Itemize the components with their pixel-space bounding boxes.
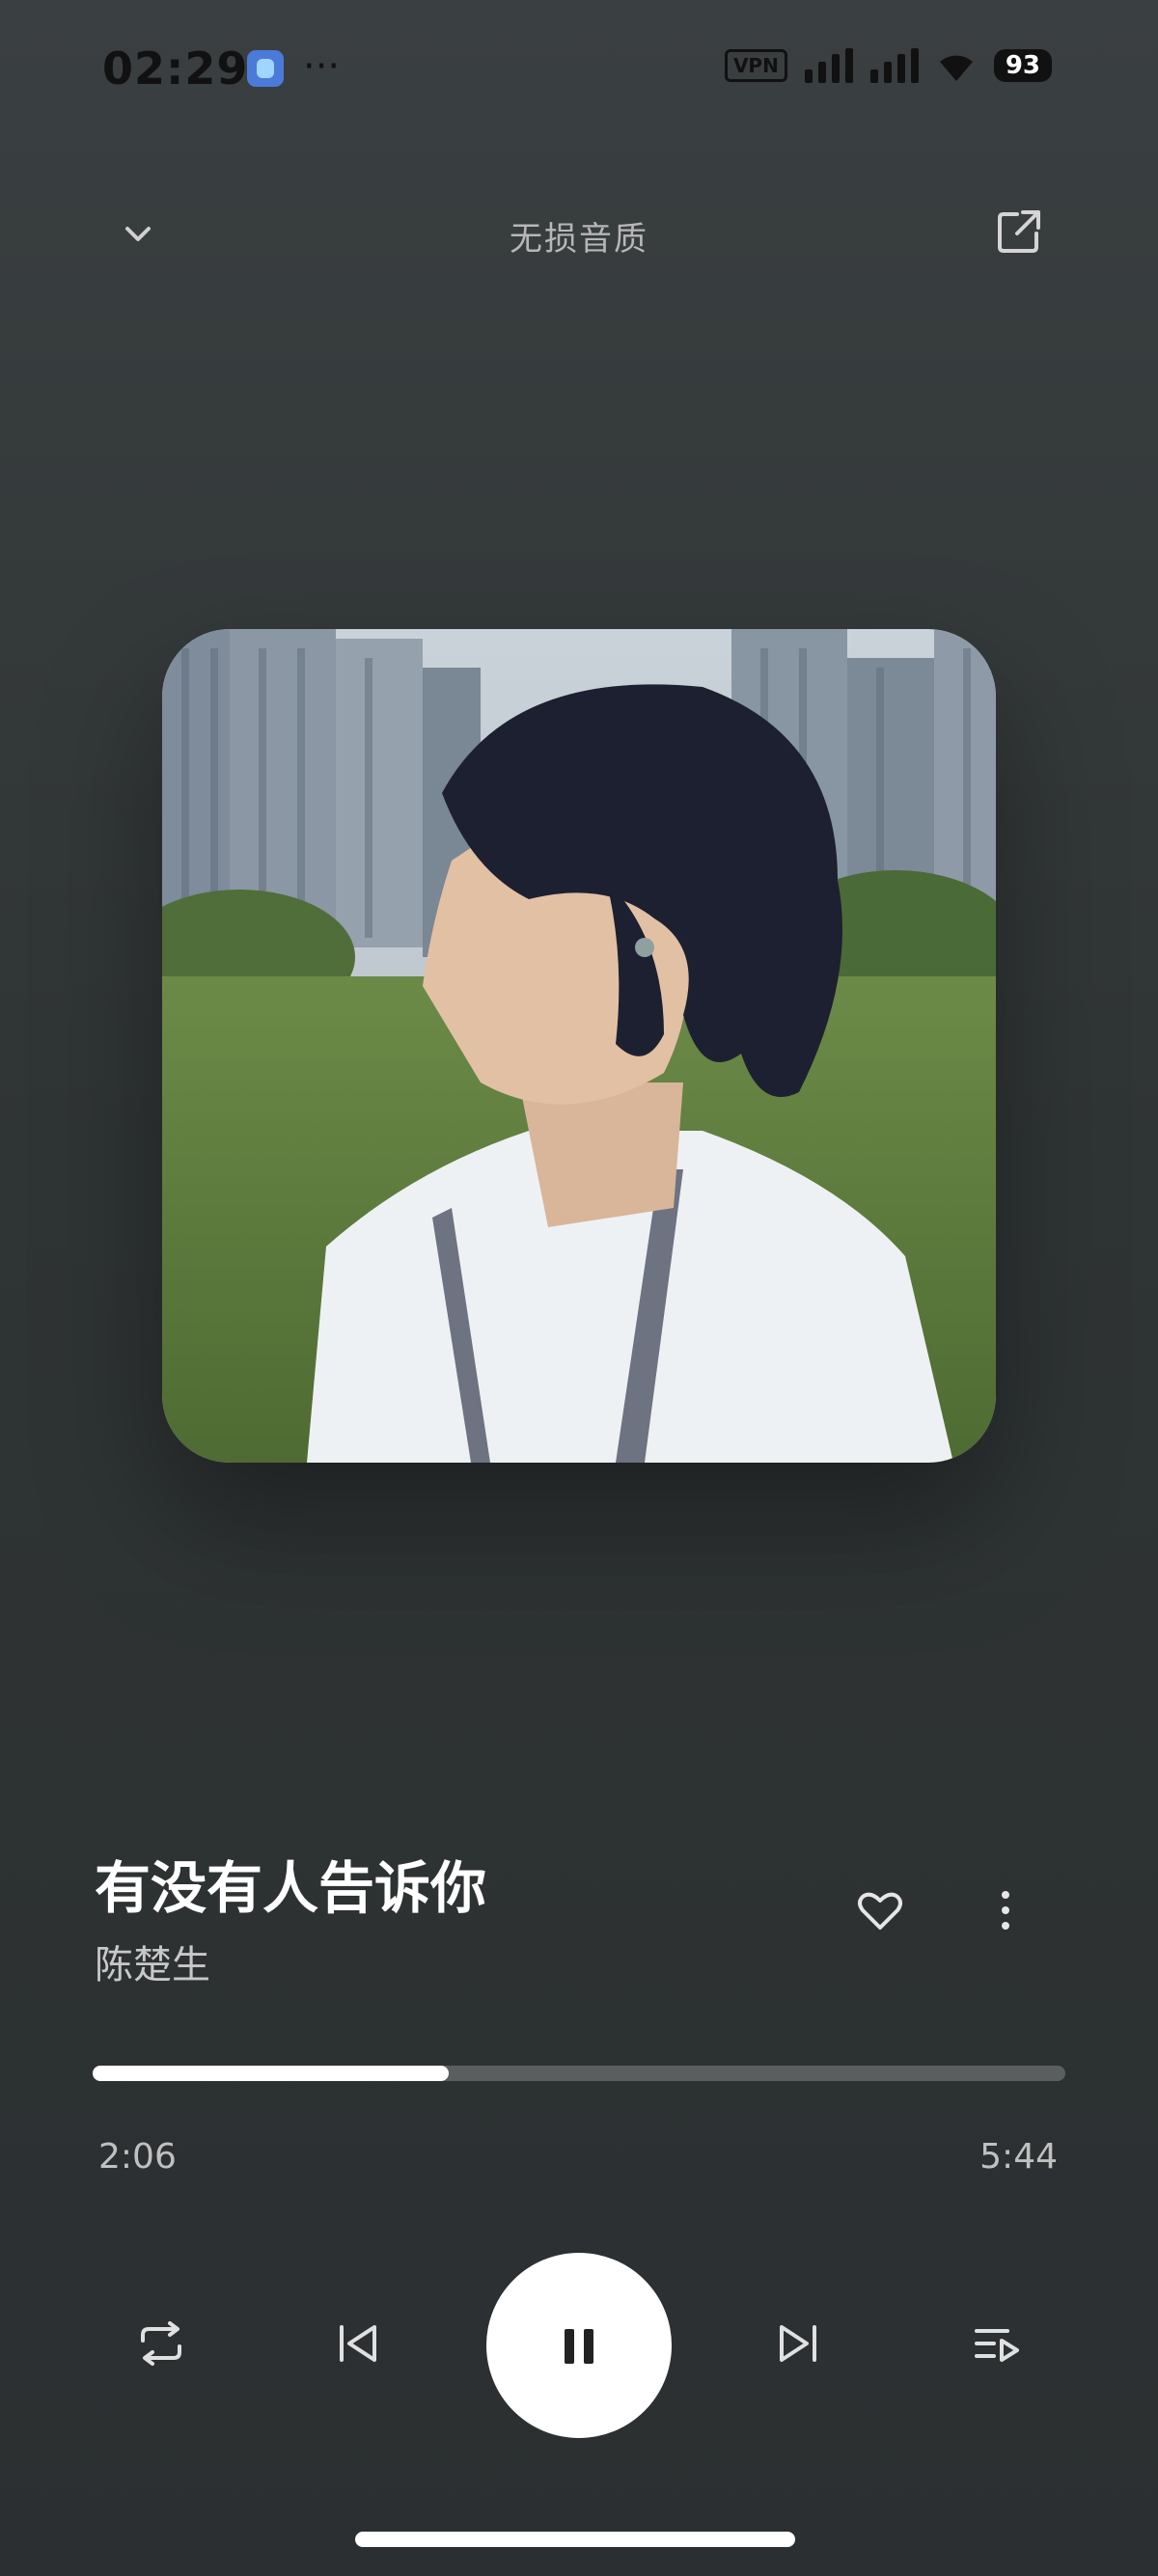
status-indicators: VPN 93 — [724, 48, 1052, 83]
status-bar: 02:29 ··· VPN 93 — [0, 0, 1158, 135]
share-icon[interactable] — [994, 206, 1044, 257]
previous-icon[interactable] — [330, 2316, 386, 2371]
pause-button[interactable] — [486, 2253, 672, 2438]
player-header: 无损音质 — [0, 193, 1158, 280]
home-indicator[interactable] — [355, 2532, 795, 2547]
repeat-icon[interactable] — [133, 2316, 189, 2371]
pause-icon — [565, 2329, 593, 2364]
wifi-icon — [939, 55, 973, 81]
more-vertical-icon[interactable] — [994, 1887, 1017, 1933]
signal-2-icon — [869, 48, 919, 83]
signal-icon — [804, 48, 853, 83]
progress-fill — [93, 2066, 449, 2081]
more-notifications-icon: ··· — [303, 44, 341, 89]
battery-badge: 93 — [993, 49, 1052, 82]
status-time: 02:29 — [102, 42, 249, 95]
playback-controls — [0, 2248, 1158, 2441]
playlist-icon[interactable] — [969, 2316, 1025, 2371]
heart-icon[interactable] — [857, 1889, 903, 1932]
album-art-image — [162, 629, 996, 1463]
elapsed-time: 2:06 — [98, 2137, 177, 2177]
progress-slider[interactable] — [93, 2066, 1065, 2081]
total-time: 5:44 — [979, 2137, 1058, 2177]
vpn-badge: VPN — [724, 49, 787, 82]
next-icon[interactable] — [770, 2316, 826, 2371]
audio-quality-label[interactable]: 无损音质 — [0, 212, 1158, 260]
app-notification-icon — [247, 50, 284, 87]
track-title: 有没有人告诉你 — [95, 1855, 487, 1921]
album-cover[interactable] — [162, 629, 996, 1463]
track-artist[interactable]: 陈楚生 — [95, 1933, 210, 1989]
